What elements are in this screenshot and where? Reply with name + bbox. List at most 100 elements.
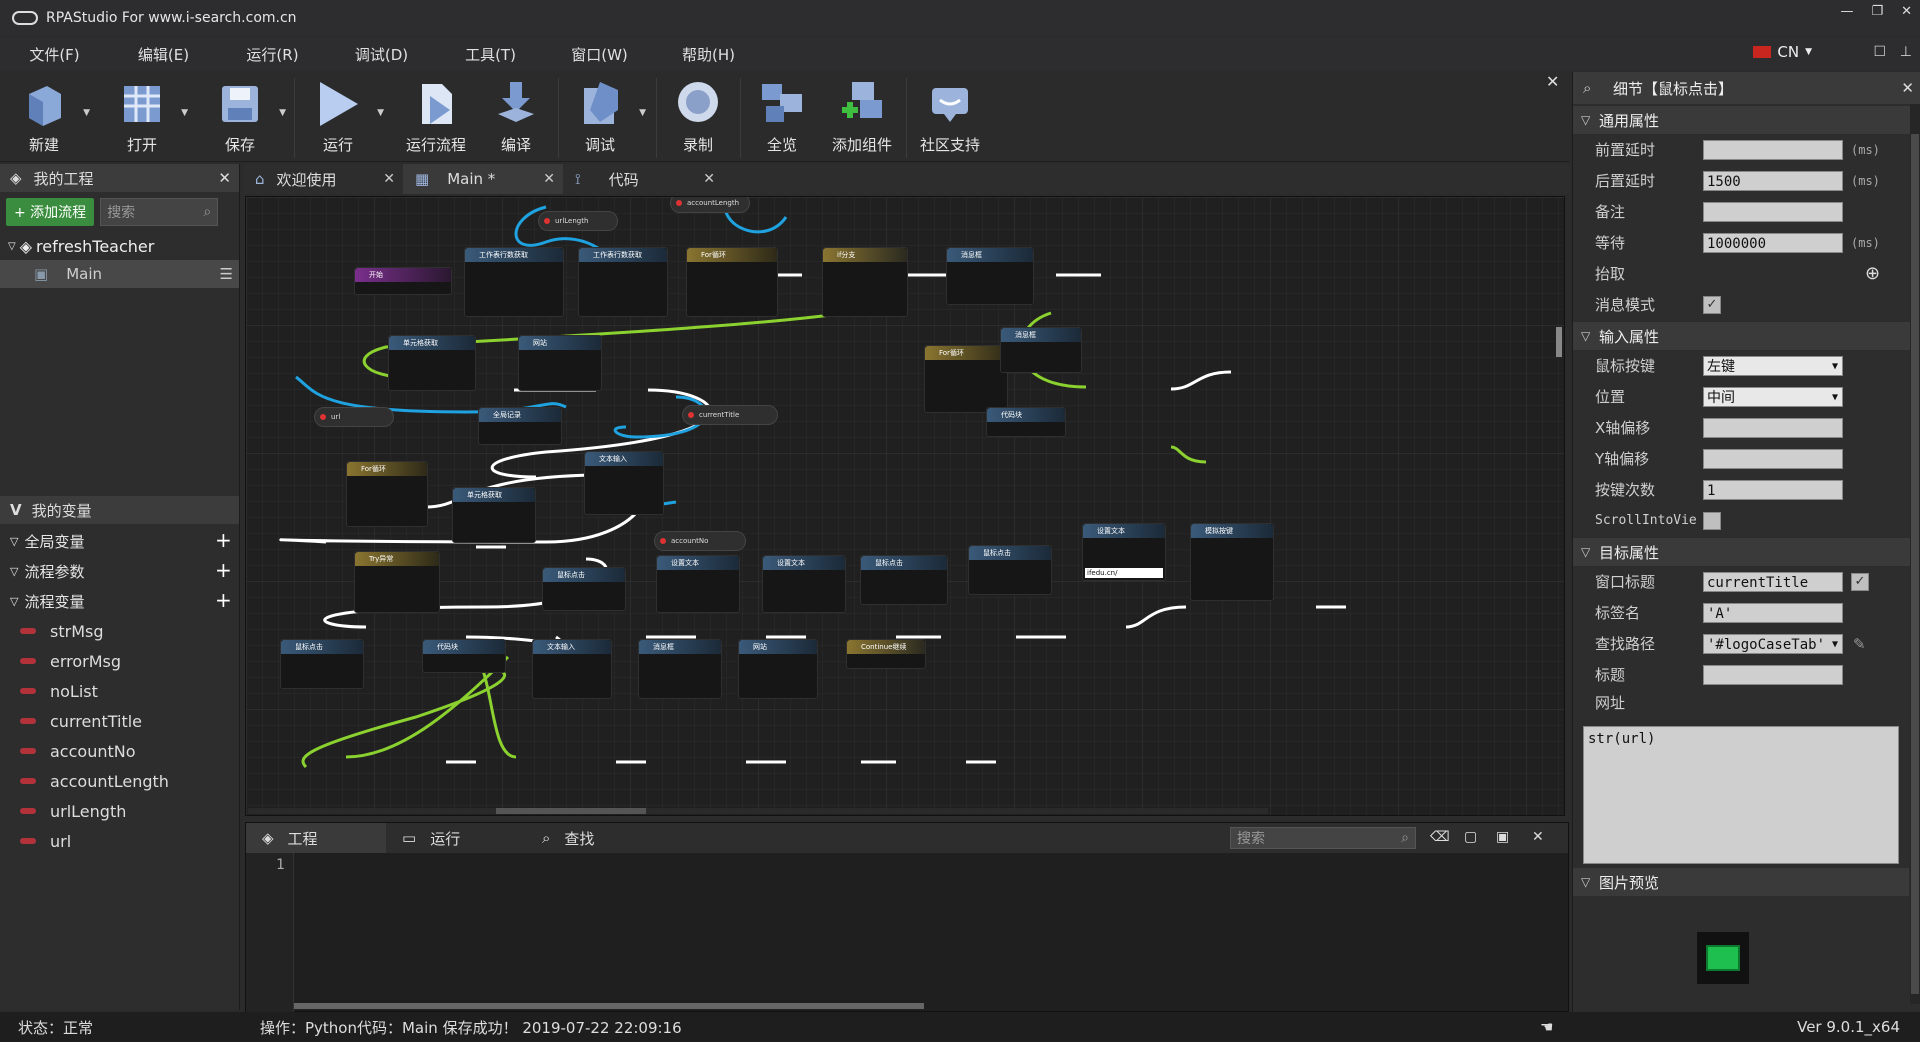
flow-menu-icon[interactable]: ☰	[220, 265, 233, 283]
variable-item[interactable]: accountNo	[0, 736, 239, 766]
add-flow-param-button[interactable]: +	[215, 560, 232, 580]
flow-node[interactable]: 鼠标点击	[968, 545, 1052, 595]
menu-debug[interactable]: 调试(D)	[327, 44, 436, 65]
close-panel-icon[interactable]: ✕	[1532, 829, 1544, 845]
overview-button[interactable]: 全览	[742, 72, 822, 160]
run-flow-button[interactable]: 运行流程	[396, 72, 476, 160]
flow-node[interactable]: 设置文本	[656, 555, 740, 613]
feedback-icon[interactable]: ☐	[1873, 44, 1886, 60]
flow-node[interactable]: 鼠标点击	[860, 555, 948, 605]
tree-root-item[interactable]: ▽ ◈ refreshTeacher	[0, 232, 239, 260]
flow-canvas[interactable]: 开始 工作表行数获取 工作表行数获取 For循环 if分支 消息框 单元格获取 …	[245, 196, 1565, 816]
variable-item[interactable]: currentTitle	[0, 706, 239, 736]
variable-node[interactable]: accountLength	[670, 197, 750, 213]
section-input-props[interactable]: 输入属性	[1573, 322, 1920, 350]
compile-button[interactable]: 编译	[476, 72, 556, 160]
save-button[interactable]: 保存 ▼	[200, 72, 286, 160]
flow-node[interactable]: 消息框	[638, 639, 722, 699]
canvas-hscroll[interactable]	[248, 808, 1268, 814]
section-flow-params[interactable]: ▽ 流程参数 +	[0, 556, 239, 586]
flow-node[interactable]: 单元格获取	[388, 335, 476, 391]
menu-run[interactable]: 运行(R)	[218, 44, 327, 65]
canvas-vscroll-thumb[interactable]	[1556, 327, 1562, 357]
flow-node[interactable]: 工作表行数获取	[464, 247, 564, 317]
menu-tools[interactable]: 工具(T)	[436, 44, 545, 65]
flow-node[interactable]: 单元格获取	[452, 487, 536, 543]
url-textarea[interactable]: str(url)	[1583, 726, 1899, 864]
flow-node[interactable]: 消息框	[1000, 327, 1082, 373]
debug-button[interactable]: 调试 ▼	[560, 72, 646, 160]
flow-node[interactable]: 开始	[354, 267, 452, 295]
flow-node[interactable]: 文本输入	[584, 451, 664, 515]
flow-node[interactable]: 鼠标点击	[542, 567, 626, 611]
section-common-props[interactable]: 通用属性	[1573, 106, 1920, 134]
variable-item[interactable]: url	[0, 826, 239, 856]
variable-item[interactable]: noList	[0, 676, 239, 706]
variable-node[interactable]: urlLength	[538, 211, 618, 231]
variable-node[interactable]: url	[314, 407, 394, 427]
tab-main[interactable]: ▦ Main * ✕	[403, 164, 563, 194]
x-offset-input[interactable]	[1703, 417, 1843, 438]
section-target-props[interactable]: 目标属性	[1573, 538, 1920, 566]
add-global-var-button[interactable]: +	[215, 530, 232, 550]
new-button[interactable]: 新建 ▼	[4, 72, 90, 160]
close-project-panel-icon[interactable]: ✕	[218, 169, 231, 187]
add-flow-button[interactable]: + 添加流程	[6, 198, 95, 226]
maximize-button[interactable]: ❐	[1871, 4, 1883, 19]
clear-output-icon[interactable]: ⌫	[1430, 829, 1450, 845]
add-component-button[interactable]: 添加组件	[822, 72, 902, 160]
close-details-icon[interactable]: ✕	[1901, 79, 1914, 97]
flow-node[interactable]: For循环	[346, 461, 428, 527]
tab-find[interactable]: ⌕ 查找	[526, 823, 666, 853]
scroll-into-view-checkbox[interactable]	[1703, 511, 1721, 530]
section-global-vars[interactable]: ▽ 全局变量 +	[0, 526, 239, 556]
flow-node[interactable]: Continue继续	[846, 639, 926, 669]
menu-window[interactable]: 窗口(W)	[545, 44, 654, 65]
canvas-hscroll-thumb[interactable]	[496, 808, 646, 814]
close-toolbar-icon[interactable]: ✕	[1546, 72, 1559, 91]
flow-node[interactable]: Try异常	[354, 551, 440, 613]
flow-node[interactable]: 模拟按键	[1190, 523, 1274, 601]
community-button[interactable]: 社区支持	[910, 72, 990, 160]
maximize-panel-icon[interactable]: ▣	[1496, 829, 1509, 845]
run-button[interactable]: 运行 ▼	[298, 72, 384, 160]
variable-item[interactable]: accountLength	[0, 766, 239, 796]
close-tab-icon[interactable]: ✕	[383, 171, 395, 187]
language-selector[interactable]: CN ▼	[1753, 43, 1812, 61]
y-offset-input[interactable]	[1703, 448, 1843, 469]
flow-node[interactable]: For循环	[686, 247, 778, 317]
tab-welcome[interactable]: ⌂ 欢迎使用 ✕	[243, 164, 403, 194]
details-scrollbar[interactable]	[1910, 104, 1920, 1004]
details-scroll-thumb[interactable]	[1911, 134, 1919, 994]
pin-icon[interactable]: ⊥	[1900, 44, 1912, 60]
menu-help[interactable]: 帮助(H)	[654, 44, 763, 65]
variable-item[interactable]: urlLength	[0, 796, 239, 826]
flow-node[interactable]: 工作表行数获取	[578, 247, 668, 317]
wait-input[interactable]: 1000000	[1703, 232, 1843, 253]
project-search-input[interactable]: 搜索 ⌕	[100, 198, 219, 226]
flow-node[interactable]: 网站	[738, 639, 818, 699]
post-delay-input[interactable]: 1500	[1703, 170, 1843, 191]
node-text-field[interactable]: ifedu.cn/	[1085, 568, 1163, 578]
close-tab-icon[interactable]: ✕	[703, 171, 715, 187]
section-flow-vars[interactable]: ▽ 流程变量 +	[0, 586, 239, 616]
tab-code[interactable]: ⟟ 代码 ✕	[563, 164, 723, 194]
menu-edit[interactable]: 编辑(E)	[109, 44, 218, 65]
close-tab-icon[interactable]: ✕	[543, 171, 555, 187]
close-window-button[interactable]: ✕	[1901, 4, 1912, 19]
window-title-input[interactable]: currentTitle	[1703, 571, 1843, 592]
tab-project-output[interactable]: ◈ 工程	[246, 823, 386, 853]
position-select[interactable]: 中间 ▼	[1703, 386, 1843, 407]
flow-node[interactable]: if分支	[822, 247, 908, 317]
open-button[interactable]: 打开 ▼	[102, 72, 188, 160]
click-count-input[interactable]: 1	[1703, 479, 1843, 500]
minimize-button[interactable]: —	[1840, 4, 1853, 19]
variable-item[interactable]: strMsg	[0, 616, 239, 646]
flow-node[interactable]: 鼠标点击	[280, 639, 364, 689]
flow-node[interactable]: 设置文本	[762, 555, 846, 613]
tree-item-main[interactable]: ▣ Main ☰	[0, 260, 239, 288]
record-button[interactable]: 录制	[658, 72, 738, 160]
flow-node[interactable]: 文本输入	[532, 639, 612, 699]
flow-node[interactable]: For循环	[924, 345, 1008, 413]
search-path-select[interactable]: '#logoCaseTab' ▼	[1703, 633, 1843, 654]
